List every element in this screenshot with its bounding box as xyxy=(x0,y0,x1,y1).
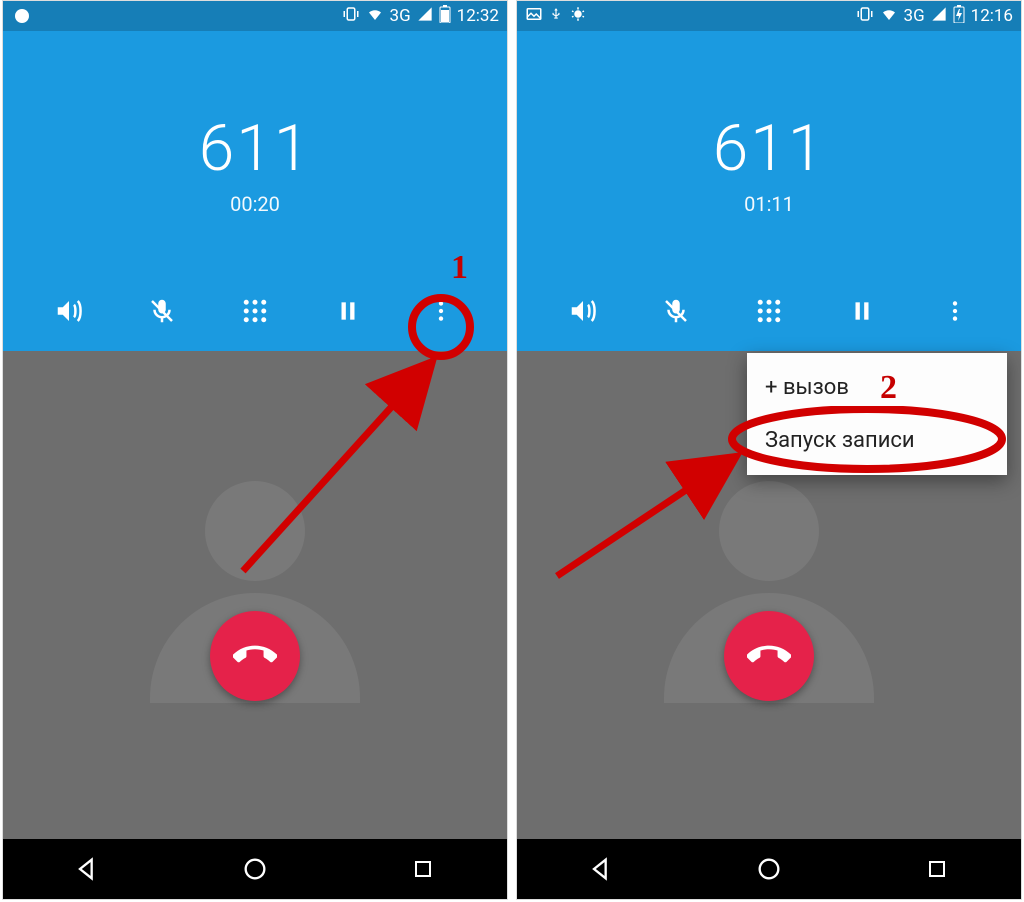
recents-button[interactable] xyxy=(912,844,962,894)
phone-screenshot-left: 3G 12:32 611 00:20 xyxy=(2,0,508,900)
call-header: 611 00:20 xyxy=(3,1,507,351)
battery-icon xyxy=(439,5,451,28)
recents-button[interactable] xyxy=(398,844,448,894)
home-button[interactable] xyxy=(230,844,280,894)
clock-label: 12:16 xyxy=(971,6,1013,26)
vibrate-icon xyxy=(342,5,360,28)
phone-screenshot-right: 3G 12:16 611 01:11 xyxy=(516,0,1022,900)
status-bar: 3G 12:16 xyxy=(517,1,1021,31)
dialpad-button[interactable] xyxy=(235,291,275,331)
home-button[interactable] xyxy=(744,844,794,894)
network-label: 3G xyxy=(390,6,411,26)
debug-icon xyxy=(569,5,587,28)
wifi-icon xyxy=(366,5,384,28)
menu-add-call[interactable]: + вызов xyxy=(747,361,1007,414)
status-bar: 3G 12:32 xyxy=(3,1,507,31)
overflow-menu-button[interactable] xyxy=(421,291,461,331)
usb-icon xyxy=(549,5,563,28)
wifi-icon xyxy=(880,5,898,28)
mute-button[interactable] xyxy=(142,291,182,331)
battery-charging-icon xyxy=(953,5,965,28)
signal-icon xyxy=(417,6,433,27)
overflow-menu: + вызов Запуск записи xyxy=(747,353,1007,475)
speaker-button[interactable] xyxy=(49,291,89,331)
dialpad-button[interactable] xyxy=(749,291,789,331)
dialed-number: 611 xyxy=(3,111,507,186)
dialed-number: 611 xyxy=(517,111,1021,186)
image-icon xyxy=(525,5,543,28)
call-controls xyxy=(517,291,1021,331)
speaker-button[interactable] xyxy=(563,291,603,331)
android-nav-bar xyxy=(517,839,1021,899)
back-button[interactable] xyxy=(62,844,112,894)
end-call-button[interactable] xyxy=(724,611,814,701)
signal-icon xyxy=(931,6,947,27)
call-controls xyxy=(3,291,507,331)
overflow-menu-button[interactable] xyxy=(935,291,975,331)
call-body xyxy=(3,351,507,841)
hold-button[interactable] xyxy=(328,291,368,331)
call-duration: 01:11 xyxy=(517,192,1021,216)
mute-button[interactable] xyxy=(656,291,696,331)
end-call-button[interactable] xyxy=(210,611,300,701)
vibrate-icon xyxy=(856,5,874,28)
back-button[interactable] xyxy=(576,844,626,894)
network-label: 3G xyxy=(904,6,925,26)
android-nav-bar xyxy=(3,839,507,899)
call-header: 611 01:11 xyxy=(517,1,1021,351)
hold-button[interactable] xyxy=(842,291,882,331)
clock-label: 12:32 xyxy=(457,6,499,26)
menu-start-recording[interactable]: Запуск записи xyxy=(747,414,1007,467)
call-duration: 00:20 xyxy=(3,192,507,216)
status-dot-icon xyxy=(15,9,29,23)
